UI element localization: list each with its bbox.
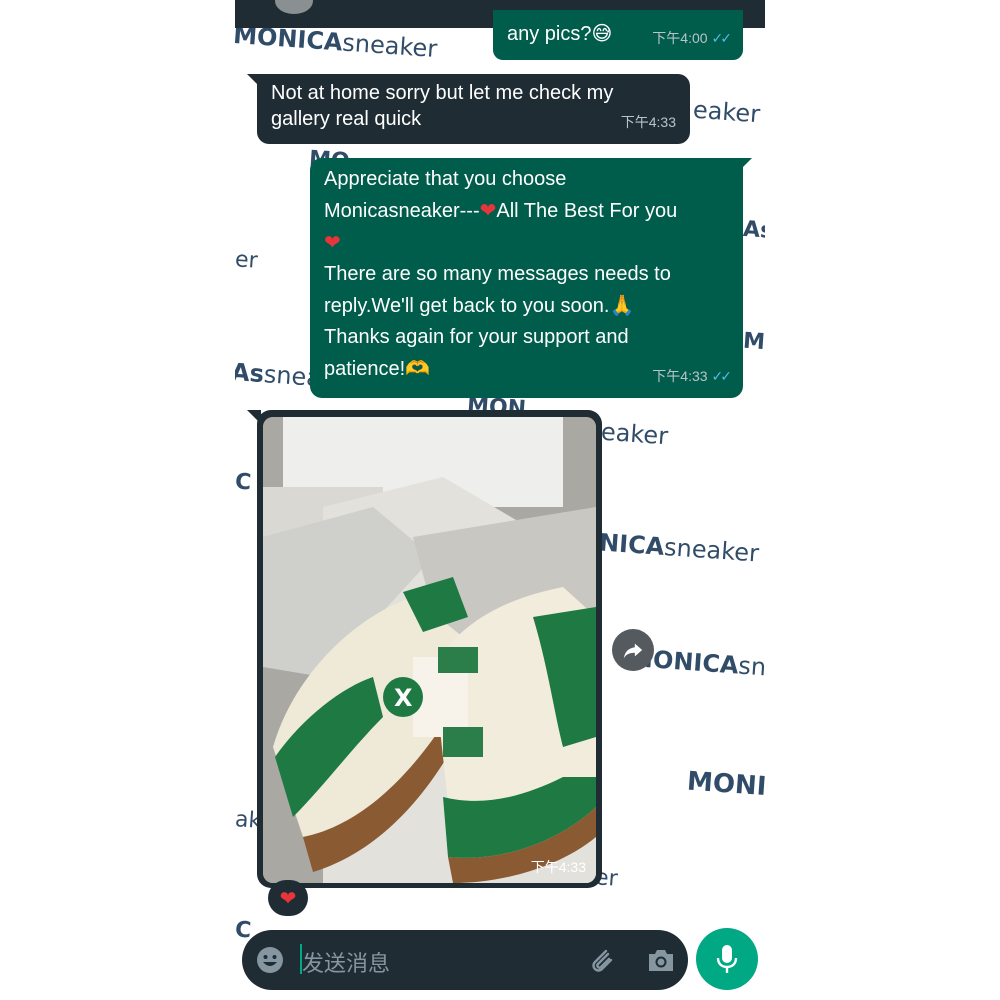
watermark: MO xyxy=(742,328,765,357)
microphone-icon xyxy=(716,945,738,973)
heart-reaction-emoji: ❤ xyxy=(279,886,297,910)
message-time: 下午4:33 xyxy=(620,114,676,130)
heart-emoji: ❤ xyxy=(324,230,341,254)
watermark: eaker xyxy=(600,417,670,451)
message-text: any pics? xyxy=(507,23,592,45)
watermark: MONIC xyxy=(686,766,765,804)
svg-text:X: X xyxy=(394,684,413,712)
message-text: patience! xyxy=(324,358,406,380)
watermark: As xyxy=(742,216,765,245)
avatar[interactable] xyxy=(275,0,313,14)
message-text: Not at home sorry but let me check my xyxy=(271,82,614,104)
read-receipt-icon: ✓✓ xyxy=(711,30,733,46)
message-bubble-outgoing[interactable]: any pics?😅 下午4:00 ✓✓ xyxy=(493,10,743,60)
forward-icon xyxy=(623,643,643,659)
message-text: gallery real quick xyxy=(271,108,422,130)
message-text: All The Best For you xyxy=(496,200,678,222)
sneaker-photo[interactable]: X 下午4:33 xyxy=(263,417,596,883)
message-time: 下午4:33 xyxy=(530,859,586,875)
emoji: 😅 xyxy=(591,21,613,45)
reaction-badge[interactable]: ❤ xyxy=(268,880,308,916)
emoji-icon[interactable] xyxy=(256,946,284,974)
message-input[interactable]: 发送消息 xyxy=(302,946,390,978)
forward-button[interactable] xyxy=(612,629,654,671)
message-time: 下午4:00 ✓✓ xyxy=(652,30,733,46)
message-bubble-incoming[interactable]: Not at home sorry but let me check my ga… xyxy=(257,74,690,144)
watermark: NICAsneaker xyxy=(598,528,760,568)
message-text: reply.We'll get back to you soon. xyxy=(324,295,610,317)
watermark: er xyxy=(235,247,259,274)
heart-emoji: ❤ xyxy=(479,198,497,222)
paperclip-icon[interactable] xyxy=(586,945,616,975)
sneaker-photo-illustration: X xyxy=(263,417,596,883)
message-text: Thanks again for your support and xyxy=(324,326,629,348)
message-composer[interactable]: 发送消息 xyxy=(242,930,688,990)
watermark: eaker xyxy=(692,95,762,129)
message-text: Monicasneaker--- xyxy=(324,200,480,222)
pray-emoji: 🙏 xyxy=(609,293,635,317)
message-time: 下午4:33 ✓✓ xyxy=(652,368,733,384)
message-text: There are so many messages needs to xyxy=(324,263,671,285)
heart-hands-emoji: 🫶 xyxy=(405,356,431,380)
message-bubble-outgoing[interactable]: Appreciate that you choose Monicasneaker… xyxy=(310,158,743,398)
watermark: C xyxy=(235,469,253,496)
read-receipt-icon: ✓✓ xyxy=(711,368,733,384)
message-text: Appreciate that you choose xyxy=(324,168,567,190)
camera-icon[interactable] xyxy=(646,946,676,974)
voice-record-button[interactable] xyxy=(696,928,758,990)
